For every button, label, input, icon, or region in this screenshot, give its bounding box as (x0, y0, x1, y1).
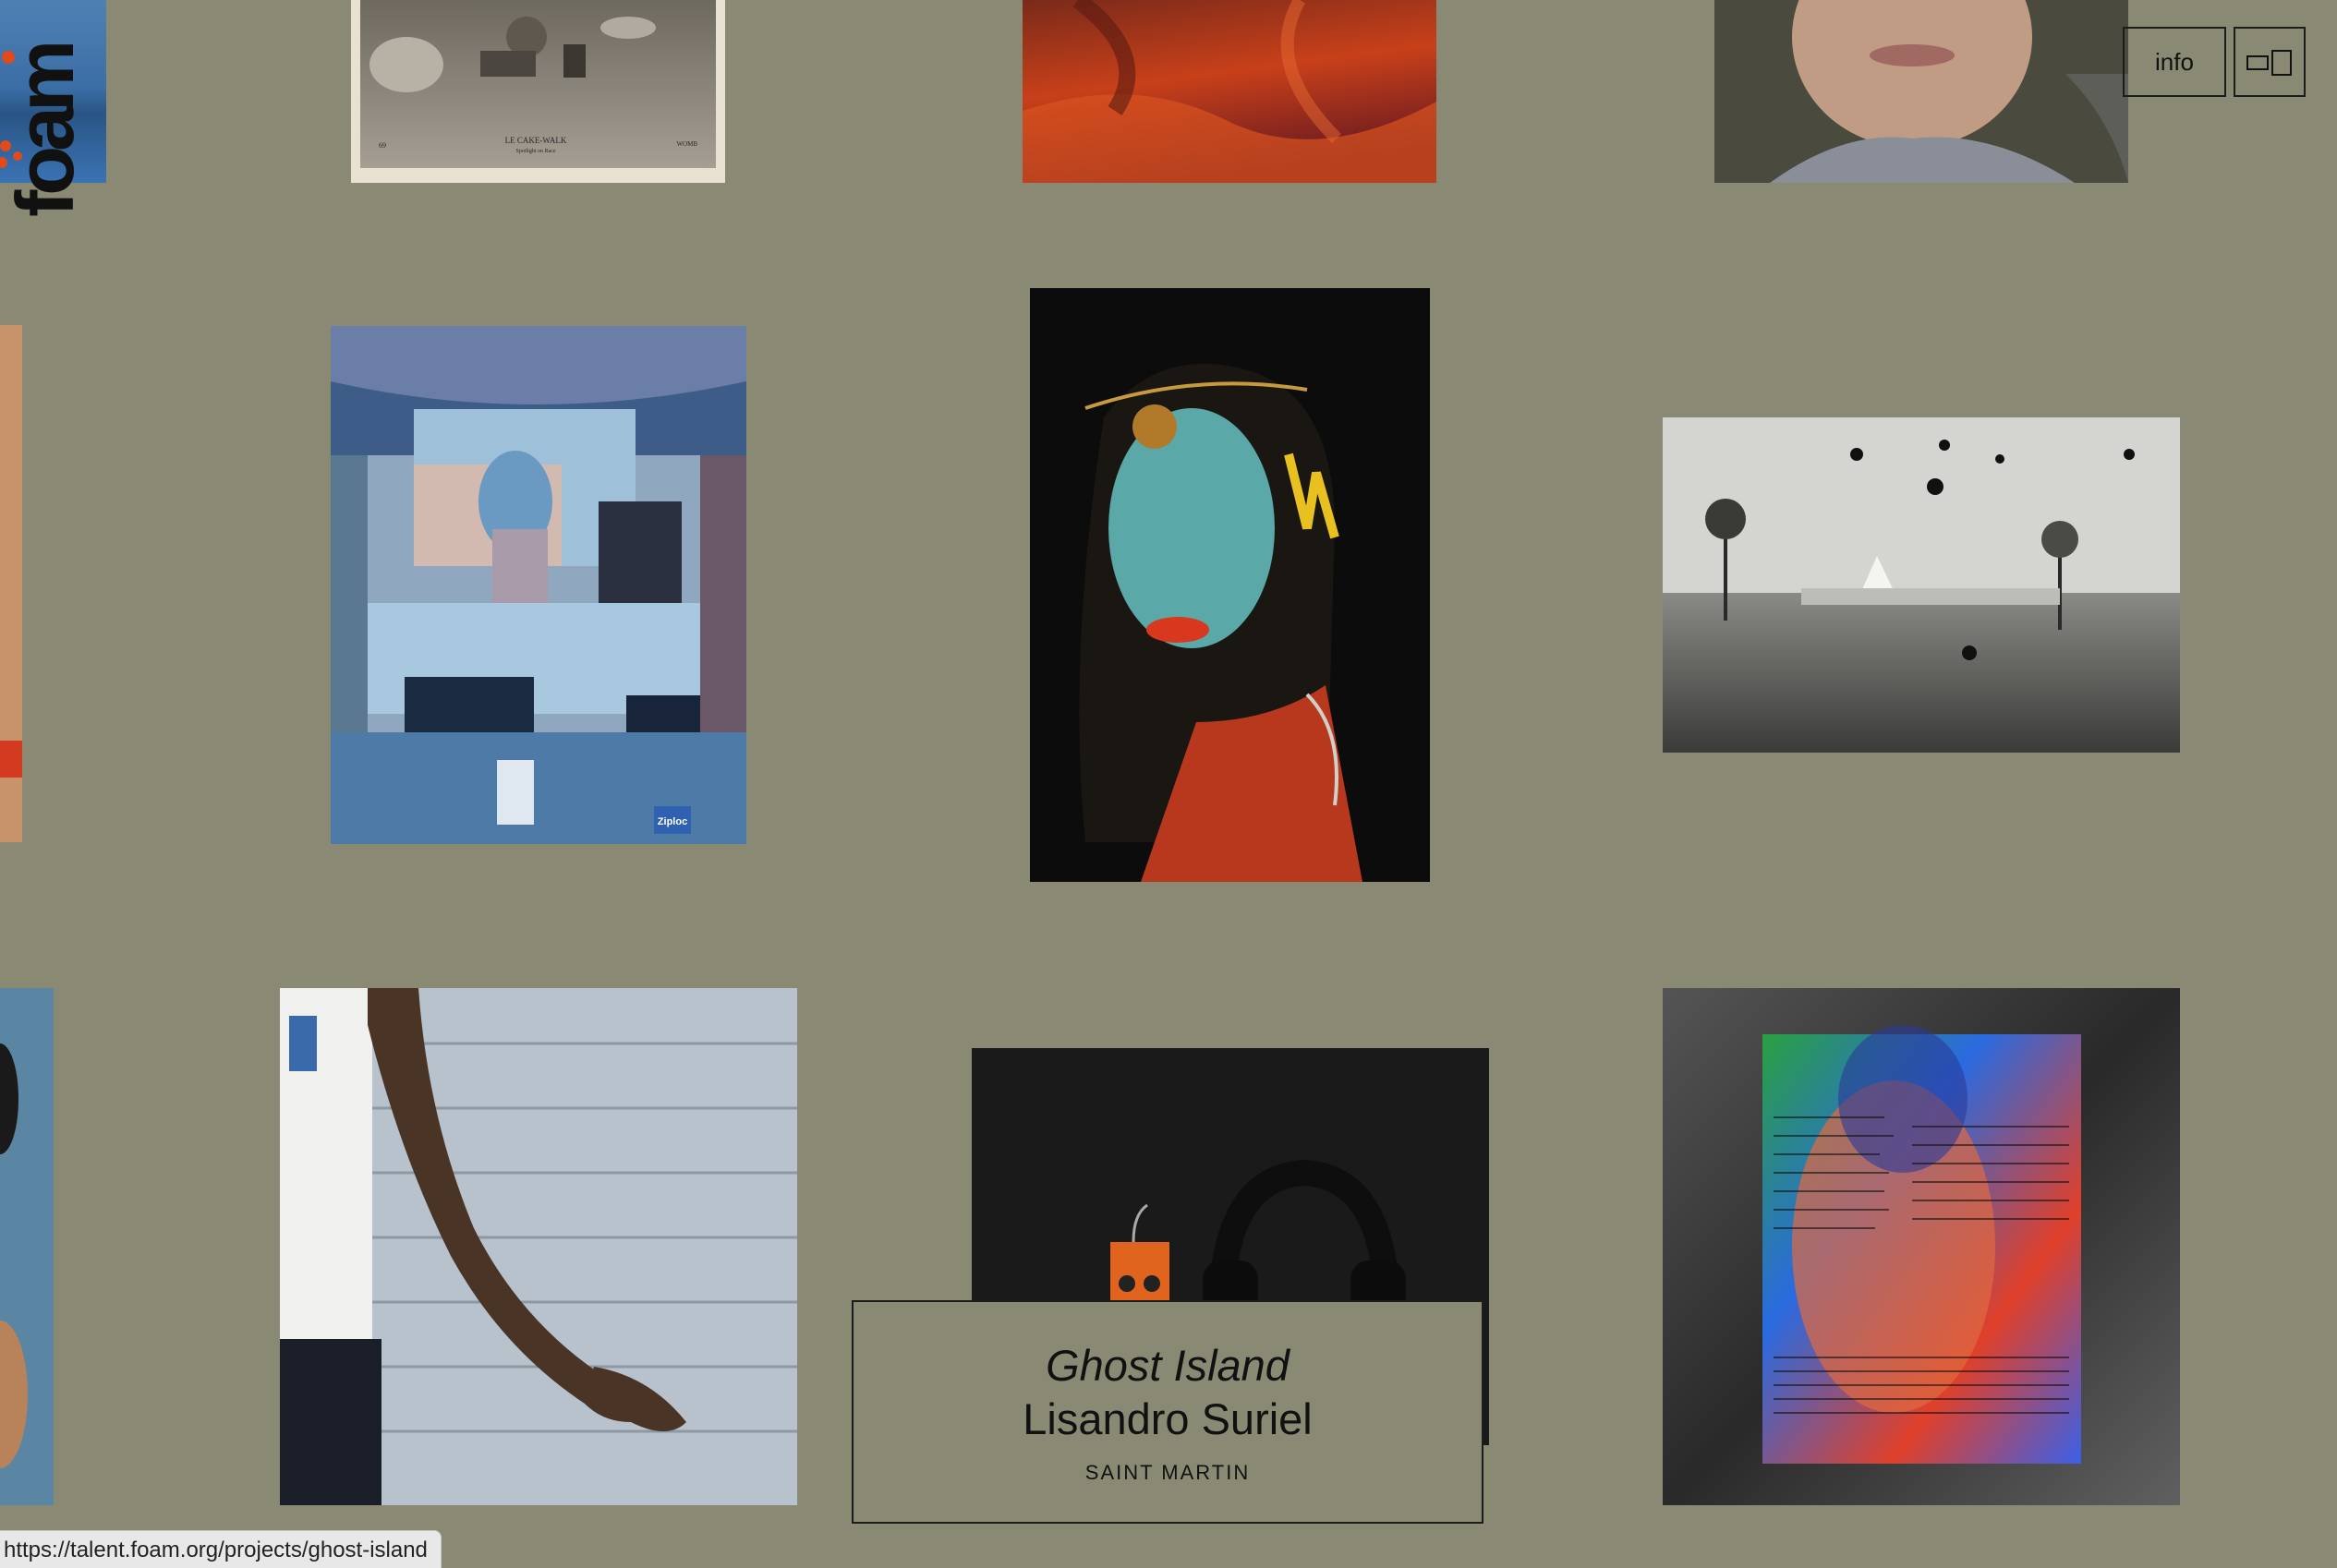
artist-name: Lisandro Suriel (1023, 1394, 1313, 1443)
layout-toggle-icon (2246, 50, 2292, 76)
featured-project-caption[interactable]: Ghost Island Lisandro Suriel SAINT MARTI… (852, 1300, 1483, 1524)
poster-left-text: 69 (379, 141, 386, 150)
photo-blue-room[interactable]: Ziploc (331, 326, 746, 844)
photo-red-fabric[interactable] (1023, 0, 1436, 183)
logo-wordmark: foam (0, 44, 91, 217)
photo-text-collage[interactable] (1663, 988, 2180, 1505)
info-button[interactable]: info (2123, 27, 2226, 97)
poster-center-title: LE CAKE-WALK (505, 136, 567, 145)
foam-logo[interactable]: foam (0, 0, 106, 217)
gallery-canvas: foam 69 LE CAKE-WALK Spotlight on Race W… (0, 0, 2337, 1568)
photo-edge-left-blue[interactable] (0, 988, 54, 1505)
photo-cakewalk-poster[interactable]: 69 LE CAKE-WALK Spotlight on Race WOMB (351, 0, 725, 183)
photo-bw-landscape[interactable] (1663, 417, 2180, 753)
artist-location: SAINT MARTIN (1084, 1461, 1251, 1484)
photo-portrait-chin[interactable] (1714, 0, 2128, 183)
photo-blue-face-portrait[interactable] (1030, 288, 1430, 882)
project-title: Ghost Island (1046, 1341, 1290, 1390)
poster-center-sub: Spotlight on Race (516, 149, 556, 154)
ziploc-label: Ziploc (658, 816, 687, 827)
photo-arm-tattoo[interactable] (280, 988, 797, 1505)
layout-toggle-button[interactable] (2234, 27, 2306, 97)
poster-right-text: WOMB (676, 140, 697, 148)
browser-status-url: https://talent.foam.org/projects/ghost-i… (0, 1530, 442, 1568)
photo-edge-left[interactable] (0, 325, 22, 842)
